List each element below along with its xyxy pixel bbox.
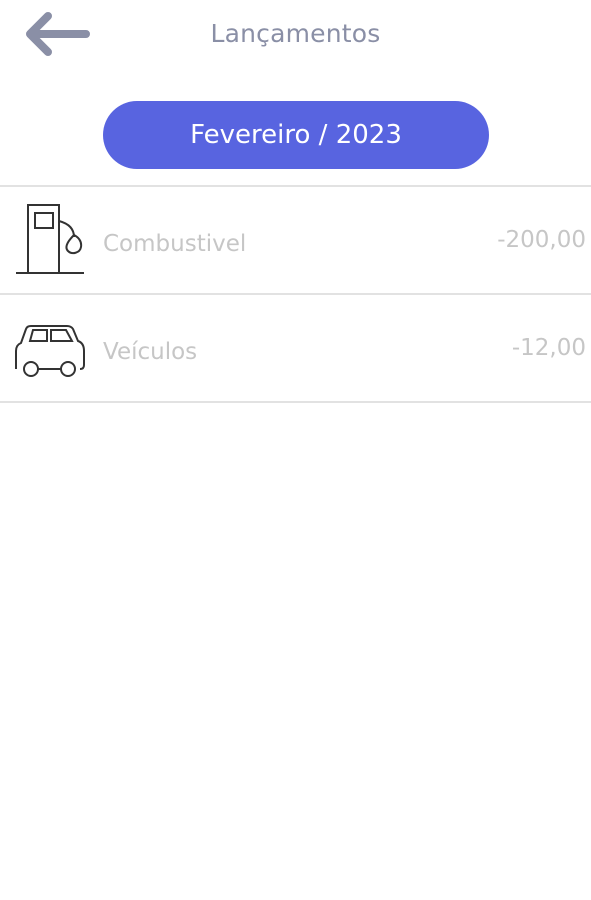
entries-list: Combustivel -200,00 Veículos -12,00: [0, 185, 591, 403]
car-icon: [12, 309, 88, 387]
month-selector-label: Fevereiro / 2023: [190, 120, 402, 150]
fuel-pump-icon: [12, 201, 88, 279]
entry-value: -200,00: [497, 227, 586, 253]
entry-value: -12,00: [511, 335, 586, 361]
entry-label: Veículos: [103, 339, 198, 365]
app-header: Lançamentos: [0, 0, 591, 80]
month-selector-button[interactable]: Fevereiro / 2023: [103, 101, 489, 169]
entry-label: Combustivel: [103, 231, 247, 257]
list-item[interactable]: Veículos -12,00: [0, 295, 591, 403]
list-item[interactable]: Combustivel -200,00: [0, 187, 591, 295]
page-title: Lançamentos: [210, 19, 381, 48]
